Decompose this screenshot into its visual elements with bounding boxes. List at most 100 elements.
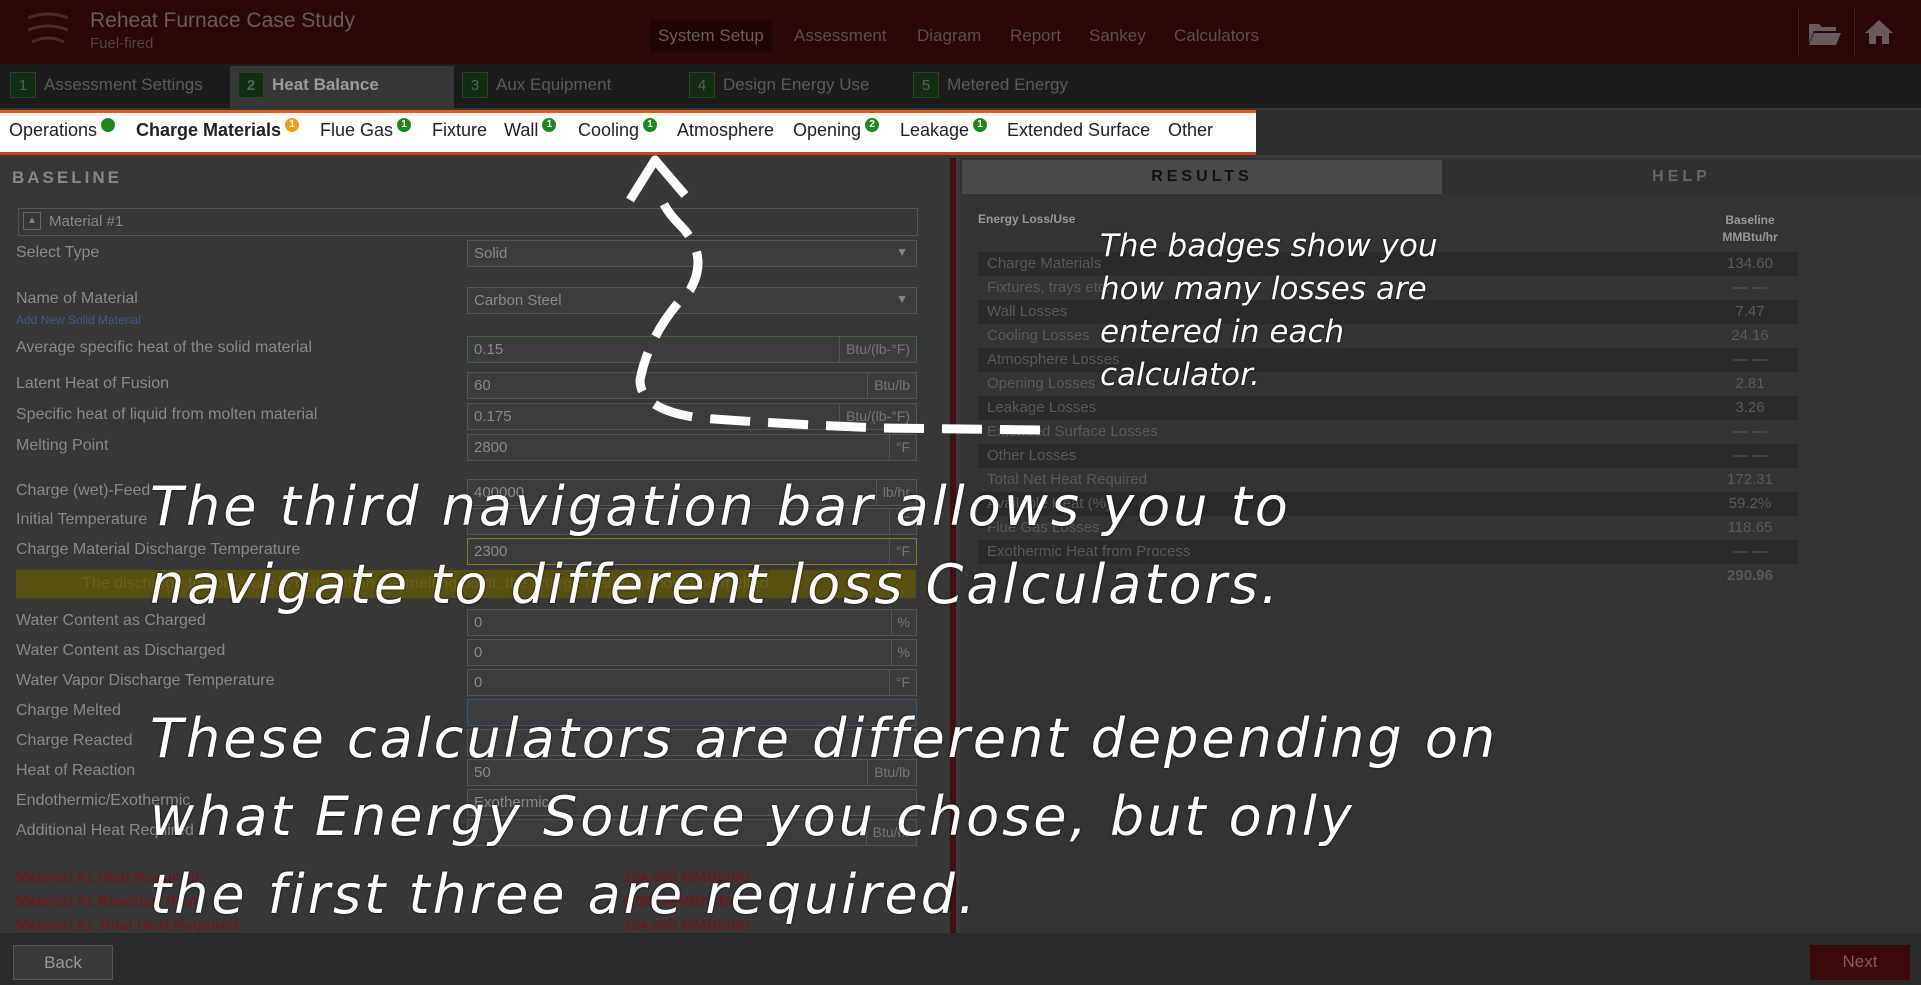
- bottom-bar: [0, 933, 1921, 985]
- field-label: Heat of Reaction: [16, 762, 136, 779]
- annotation-line: the first three are required.: [150, 863, 979, 926]
- chevron-down-icon: ▼: [896, 292, 908, 306]
- result-value: 290.96: [1727, 567, 1773, 584]
- field-label: Initial Temperature: [16, 511, 148, 528]
- count-badge: 2: [865, 118, 880, 132]
- count-badge: 1: [643, 118, 658, 132]
- field-value: 0: [474, 644, 483, 661]
- result-value: 134.60: [1727, 255, 1773, 272]
- annotation-line: The third navigation bar allows you to: [150, 475, 1291, 538]
- field-unit: %: [890, 640, 916, 665]
- field-label: Water Vapor Discharge Temperature: [16, 672, 275, 689]
- loss-tab-label: Fixture: [432, 120, 488, 140]
- field-input[interactable]: 0.175 Btu/(lb-°F): [467, 403, 917, 430]
- baseline-label: Baseline: [1725, 213, 1775, 227]
- result-value: — —: [1732, 447, 1768, 464]
- result-row: Leakage Losses 3.26: [978, 396, 1798, 420]
- field-unit: Btu/lb: [867, 373, 916, 398]
- loss-tab-label: Atmosphere: [677, 120, 775, 140]
- loss-tab-label: Cooling: [578, 120, 640, 140]
- select-value: Solid: [474, 245, 508, 262]
- material-header-label: Material #1: [49, 213, 124, 230]
- result-value: 24.16: [1731, 327, 1769, 344]
- loss-tab-fixture[interactable]: Fixture: [432, 120, 487, 141]
- loss-tab-other[interactable]: Other: [1168, 120, 1213, 141]
- loss-tab-extended-surface[interactable]: Extended Surface: [1007, 120, 1150, 141]
- field-input[interactable]: 2800 °F: [467, 434, 917, 461]
- field-label: Charge (wet)-Feed: [16, 482, 151, 499]
- field-input[interactable]: 0.15 Btu/(lb-°F): [467, 336, 917, 363]
- loss-tab-label: Other: [1168, 120, 1214, 140]
- field-value: 2800: [474, 439, 508, 456]
- count-badge: 1: [285, 118, 300, 132]
- results-baseline-header: Baseline MMBtu/hr: [1700, 212, 1800, 246]
- loss-tab-atmosphere[interactable]: Atmosphere: [677, 120, 774, 141]
- result-value: 7.47: [1735, 303, 1765, 320]
- loss-tab-wall[interactable]: Wall 1: [504, 118, 557, 141]
- tab-help[interactable]: HELP: [1442, 160, 1921, 194]
- loss-tab-label: Operations: [9, 120, 98, 140]
- loss-tab-label: Extended Surface: [1007, 120, 1151, 140]
- result-label: Wall Losses: [987, 303, 1068, 320]
- loss-tab-flue-gas[interactable]: Flue Gas 1: [320, 118, 412, 141]
- result-label: Cooling Losses: [987, 327, 1090, 344]
- count-badge: 1: [973, 118, 988, 132]
- count-badge: 1: [397, 118, 412, 132]
- chevron-down-icon: ▼: [896, 245, 908, 259]
- field-label: Charge Melted: [16, 702, 121, 719]
- annotation-line: what Energy Source you chose, but only: [150, 785, 1355, 848]
- field-value: 0.175: [474, 408, 512, 425]
- loss-tab-label: Charge Materials: [136, 120, 282, 140]
- result-label: Charge Materials: [987, 255, 1102, 272]
- material-name-dropdown[interactable]: Carbon Steel ▼: [467, 287, 917, 314]
- baseline-unit: MMBtu/hr: [1722, 230, 1778, 244]
- field-value: 0: [474, 674, 483, 691]
- select-value: Carbon Steel: [474, 292, 562, 309]
- count-badge: 1: [542, 118, 557, 132]
- loss-tab-operations[interactable]: Operations: [9, 118, 116, 141]
- material-header[interactable]: ▲ Material #1: [18, 208, 918, 236]
- results-column-label: Energy Loss/Use: [978, 212, 1076, 226]
- loss-tab-opening[interactable]: Opening 2: [793, 118, 880, 141]
- result-row: Extended Surface Losses — —: [978, 420, 1798, 444]
- select-type-dropdown[interactable]: Solid ▼: [467, 240, 917, 267]
- add-new-material-link[interactable]: Add New Solid Material: [16, 313, 141, 327]
- result-value: — —: [1732, 543, 1768, 560]
- loss-tab-label: Opening: [793, 120, 862, 140]
- result-value: 2.81: [1735, 375, 1765, 392]
- material-name-label: Name of Material: [16, 290, 138, 307]
- result-value: 172.31: [1727, 471, 1773, 488]
- field-label: Specific heat of liquid from molten mate…: [16, 406, 318, 423]
- field-input[interactable]: 0 °F: [467, 669, 917, 696]
- baseline-title: BASELINE: [12, 168, 122, 187]
- annotation-line: entered in each: [1100, 314, 1345, 350]
- loss-tab-charge-materials[interactable]: Charge Materials 1: [136, 118, 300, 141]
- back-button[interactable]: Back: [13, 945, 113, 980]
- loss-tab-cooling[interactable]: Cooling 1: [578, 118, 658, 141]
- annotation-line: calculator.: [1100, 357, 1260, 393]
- nav-annotation: The third navigation bar allows you to n…: [150, 468, 1291, 624]
- field-input[interactable]: 60 Btu/lb: [467, 372, 917, 399]
- field-value: 0.15: [474, 341, 504, 358]
- result-value: 59.2%: [1728, 495, 1772, 512]
- field-label: Latent Heat of Fusion: [16, 375, 169, 392]
- tab-results[interactable]: RESULTS: [962, 160, 1442, 194]
- field-label: Average specific heat of the solid mater…: [16, 339, 312, 356]
- loss-tab-leakage[interactable]: Leakage 1: [900, 118, 988, 141]
- field-unit: °F: [888, 435, 916, 460]
- field-unit: °F: [888, 670, 916, 695]
- field-value: 60: [474, 377, 491, 394]
- calculators-annotation: These calculators are different dependin…: [150, 700, 1498, 934]
- collapse-icon[interactable]: ▲: [23, 212, 41, 230]
- loss-tab-label: Wall: [504, 120, 539, 140]
- next-button[interactable]: Next: [1810, 945, 1910, 980]
- loss-tab-label: Leakage: [900, 120, 970, 140]
- result-value: — —: [1732, 423, 1768, 440]
- loss-nav-remainder: [1256, 110, 1921, 155]
- annotation-line: navigate to different loss Calculators.: [150, 553, 1282, 616]
- annotation-line: These calculators are different dependin…: [150, 707, 1499, 770]
- result-value: — —: [1732, 351, 1768, 368]
- loss-tab-label: Flue Gas: [320, 120, 394, 140]
- result-label: Extended Surface Losses: [987, 423, 1158, 440]
- field-input[interactable]: 0%: [467, 639, 917, 666]
